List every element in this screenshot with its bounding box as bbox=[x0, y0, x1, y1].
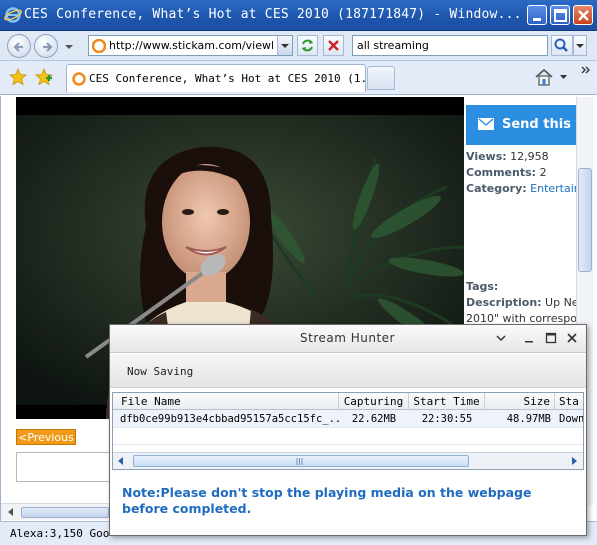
page-scroll-thumb[interactable] bbox=[578, 168, 592, 272]
description-value: Up Next bbox=[545, 296, 576, 309]
capture-table-hscrollbar[interactable] bbox=[113, 452, 583, 469]
search-button[interactable] bbox=[551, 35, 573, 56]
close-icon[interactable] bbox=[564, 330, 580, 346]
video-info-panel: Send this v Views: 12,958 Comments: 2 Ca… bbox=[464, 97, 576, 337]
stream-hunter-status-bar: Now Saving bbox=[110, 354, 586, 388]
capture-table: File Name Capturing Start Time Size Sta … bbox=[112, 392, 584, 470]
url-text[interactable]: http://www.stickam.com/viewMedia.do?mId=… bbox=[109, 39, 273, 52]
history-dropdown-icon[interactable] bbox=[64, 43, 74, 51]
category-link[interactable]: Entertainm bbox=[530, 182, 576, 195]
stream-hunter-title-bar[interactable]: Stream Hunter bbox=[110, 325, 586, 353]
chevron-down-icon[interactable] bbox=[493, 330, 509, 346]
description-label: Description: bbox=[466, 296, 542, 309]
column-header-size[interactable]: Size bbox=[485, 393, 555, 410]
close-window-button[interactable] bbox=[573, 5, 593, 25]
stream-hunter-note: Note:Please don't stop the playing media… bbox=[122, 485, 532, 516]
views-label: Views: bbox=[466, 150, 507, 163]
back-arrow-icon bbox=[13, 42, 23, 52]
scroll-left-icon[interactable] bbox=[116, 456, 126, 466]
refresh-icon bbox=[302, 39, 313, 52]
column-header-start-time[interactable]: Start Time bbox=[409, 393, 485, 410]
column-header-file-name[interactable]: File Name bbox=[113, 393, 339, 410]
row-divider bbox=[113, 427, 583, 428]
home-icon[interactable] bbox=[533, 67, 555, 87]
address-bar[interactable]: http://www.stickam.com/viewMedia.do?mId=… bbox=[88, 35, 293, 56]
comments-label: Comments: bbox=[466, 166, 537, 179]
chevron-down-icon bbox=[281, 44, 289, 48]
chevron-down-icon bbox=[576, 44, 584, 48]
search-options-button[interactable] bbox=[573, 35, 587, 56]
capture-table-header: File Name Capturing Start Time Size Sta bbox=[113, 393, 583, 410]
previous-button[interactable]: <Previous bbox=[16, 429, 76, 445]
new-tab-button[interactable] bbox=[367, 66, 395, 90]
more-commands-icon[interactable] bbox=[580, 65, 592, 75]
stop-icon bbox=[328, 40, 339, 51]
navigation-bar: http://www.stickam.com/viewMedia.do?mId=… bbox=[0, 31, 597, 61]
maximize-button[interactable] bbox=[543, 330, 559, 346]
tags-label: Tags: bbox=[466, 280, 499, 293]
maximize-button[interactable] bbox=[550, 5, 570, 25]
envelope-icon bbox=[478, 118, 494, 130]
minimize-button[interactable] bbox=[521, 330, 537, 346]
minimize-button[interactable] bbox=[527, 5, 547, 25]
views-value: 12,958 bbox=[510, 150, 549, 163]
add-favorites-icon[interactable] bbox=[35, 68, 53, 86]
favorites-star-icon[interactable] bbox=[9, 68, 27, 86]
capture-table-scroll-thumb[interactable] bbox=[133, 455, 469, 467]
row-capturing: 22.62MB bbox=[351, 413, 397, 425]
back-button[interactable] bbox=[7, 34, 31, 58]
search-input[interactable]: all streaming bbox=[352, 35, 548, 56]
forward-button[interactable] bbox=[34, 34, 58, 58]
stream-hunter-window[interactable]: Stream Hunter Now Saving File Name Captu… bbox=[109, 324, 587, 536]
send-video-button[interactable]: Send this v bbox=[466, 105, 576, 145]
window-title-bar[interactable]: CES Conference, What’s Hot at CES 2010 (… bbox=[0, 0, 597, 31]
address-dropdown-button[interactable] bbox=[277, 36, 292, 55]
forward-arrow-icon bbox=[43, 42, 53, 52]
site-favicon-icon bbox=[72, 72, 86, 86]
column-header-capturing[interactable]: Capturing bbox=[339, 393, 409, 410]
site-favicon-icon bbox=[92, 39, 106, 53]
row-divider bbox=[113, 444, 583, 445]
window-title: CES Conference, What’s Hot at CES 2010 (… bbox=[24, 7, 522, 22]
page-hscroll-thumb[interactable] bbox=[21, 507, 109, 518]
search-icon bbox=[554, 38, 568, 52]
status-text: Alexa:3,150 Goo bbox=[10, 527, 110, 540]
tab-active[interactable]: CES Conference, What’s Hot at CES 2010 (… bbox=[66, 64, 380, 92]
stop-button[interactable] bbox=[323, 35, 344, 56]
send-button-label: Send this v bbox=[502, 117, 576, 132]
row-status: Down bbox=[559, 413, 584, 425]
page-horizontal-scrollbar[interactable] bbox=[1, 503, 111, 520]
saving-status: Now Saving bbox=[127, 365, 194, 378]
row-start-time: 22:30:55 bbox=[421, 413, 473, 425]
refresh-button[interactable] bbox=[297, 35, 318, 56]
stream-hunter-title: Stream Hunter bbox=[300, 331, 395, 345]
ie-logo-icon bbox=[4, 6, 22, 24]
home-dropdown-icon[interactable] bbox=[559, 74, 568, 80]
category-label: Category: bbox=[466, 182, 527, 195]
row-size: 48.97MB bbox=[506, 413, 551, 425]
comments-value: 2 bbox=[539, 166, 547, 179]
comment-box[interactable] bbox=[16, 452, 114, 482]
tab-label: CES Conference, What’s Hot at CES 2010 (… bbox=[89, 72, 381, 85]
column-header-status[interactable]: Sta bbox=[555, 393, 583, 410]
grip-icon bbox=[296, 458, 303, 465]
row-file-name: dfb0ce99b913e4cbbad95157a5cc15fc_... bbox=[120, 413, 340, 425]
scroll-left-icon[interactable] bbox=[6, 507, 16, 517]
scroll-right-icon[interactable] bbox=[569, 456, 579, 466]
search-text[interactable]: all streaming bbox=[357, 39, 429, 52]
tab-bar: CES Conference, What’s Hot at CES 2010 (… bbox=[0, 61, 597, 95]
